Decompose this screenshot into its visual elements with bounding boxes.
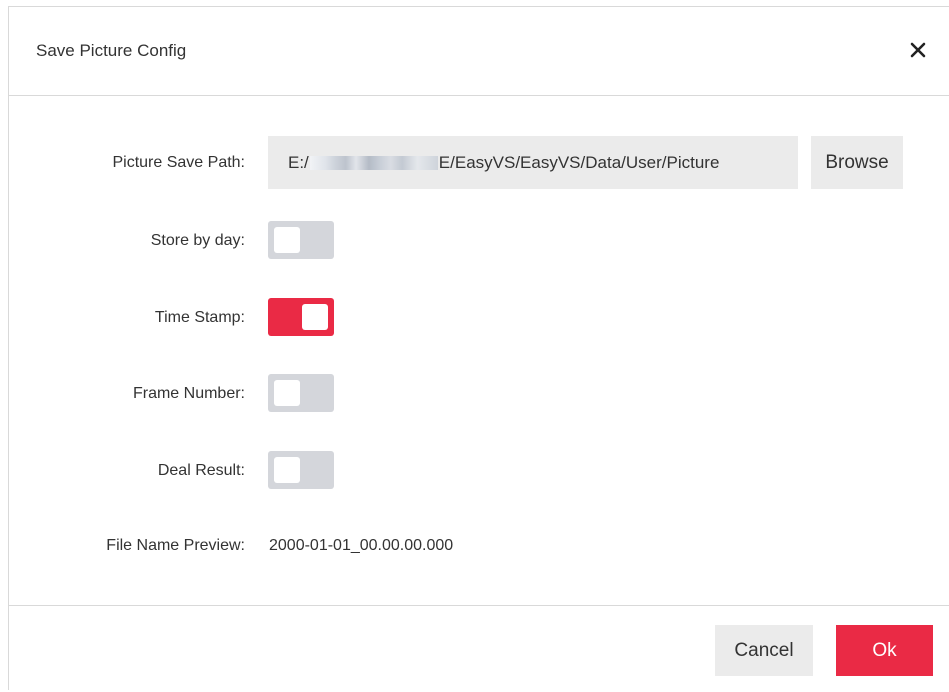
deal-result-label: Deal Result: <box>157 462 245 479</box>
file-name-preview-value: 2000-01-01_00.00.00.000 <box>269 537 454 554</box>
toggle-knob <box>274 457 300 483</box>
picture-save-path-label: Picture Save Path: <box>112 154 245 171</box>
blurred-path-segment <box>309 155 438 170</box>
frame-number-label: Frame Number: <box>132 385 245 402</box>
cancel-button[interactable]: Cancel <box>715 625 813 676</box>
store-by-day-toggle[interactable] <box>268 221 334 259</box>
deal-result-toggle[interactable] <box>268 451 334 489</box>
dialog-title: Save Picture Config <box>36 41 187 60</box>
dialog-header: Save Picture Config <box>9 7 949 96</box>
toggle-knob <box>274 227 300 253</box>
browse-button[interactable]: Browse <box>811 136 903 189</box>
picture-save-path-field[interactable]: E:/ E/EasyVS/EasyVS/Data/User/Picture <box>268 136 798 189</box>
file-name-preview-label: File Name Preview: <box>106 537 245 554</box>
time-stamp-toggle[interactable] <box>268 298 334 336</box>
path-prefix: E:/ <box>288 152 309 172</box>
toggle-knob <box>302 304 328 330</box>
close-icon[interactable] <box>909 41 927 59</box>
time-stamp-label: Time Stamp: <box>154 309 245 326</box>
store-by-day-label: Store by day: <box>150 232 245 249</box>
save-picture-config-dialog: Save Picture Config Picture Save Path: E… <box>8 6 949 690</box>
ok-button[interactable]: Ok <box>836 625 933 676</box>
toggle-knob <box>274 380 300 406</box>
frame-number-toggle[interactable] <box>268 374 334 412</box>
dialog-footer: Cancel Ok <box>9 605 949 692</box>
path-suffix: E/EasyVS/EasyVS/Data/User/Picture <box>438 152 720 172</box>
